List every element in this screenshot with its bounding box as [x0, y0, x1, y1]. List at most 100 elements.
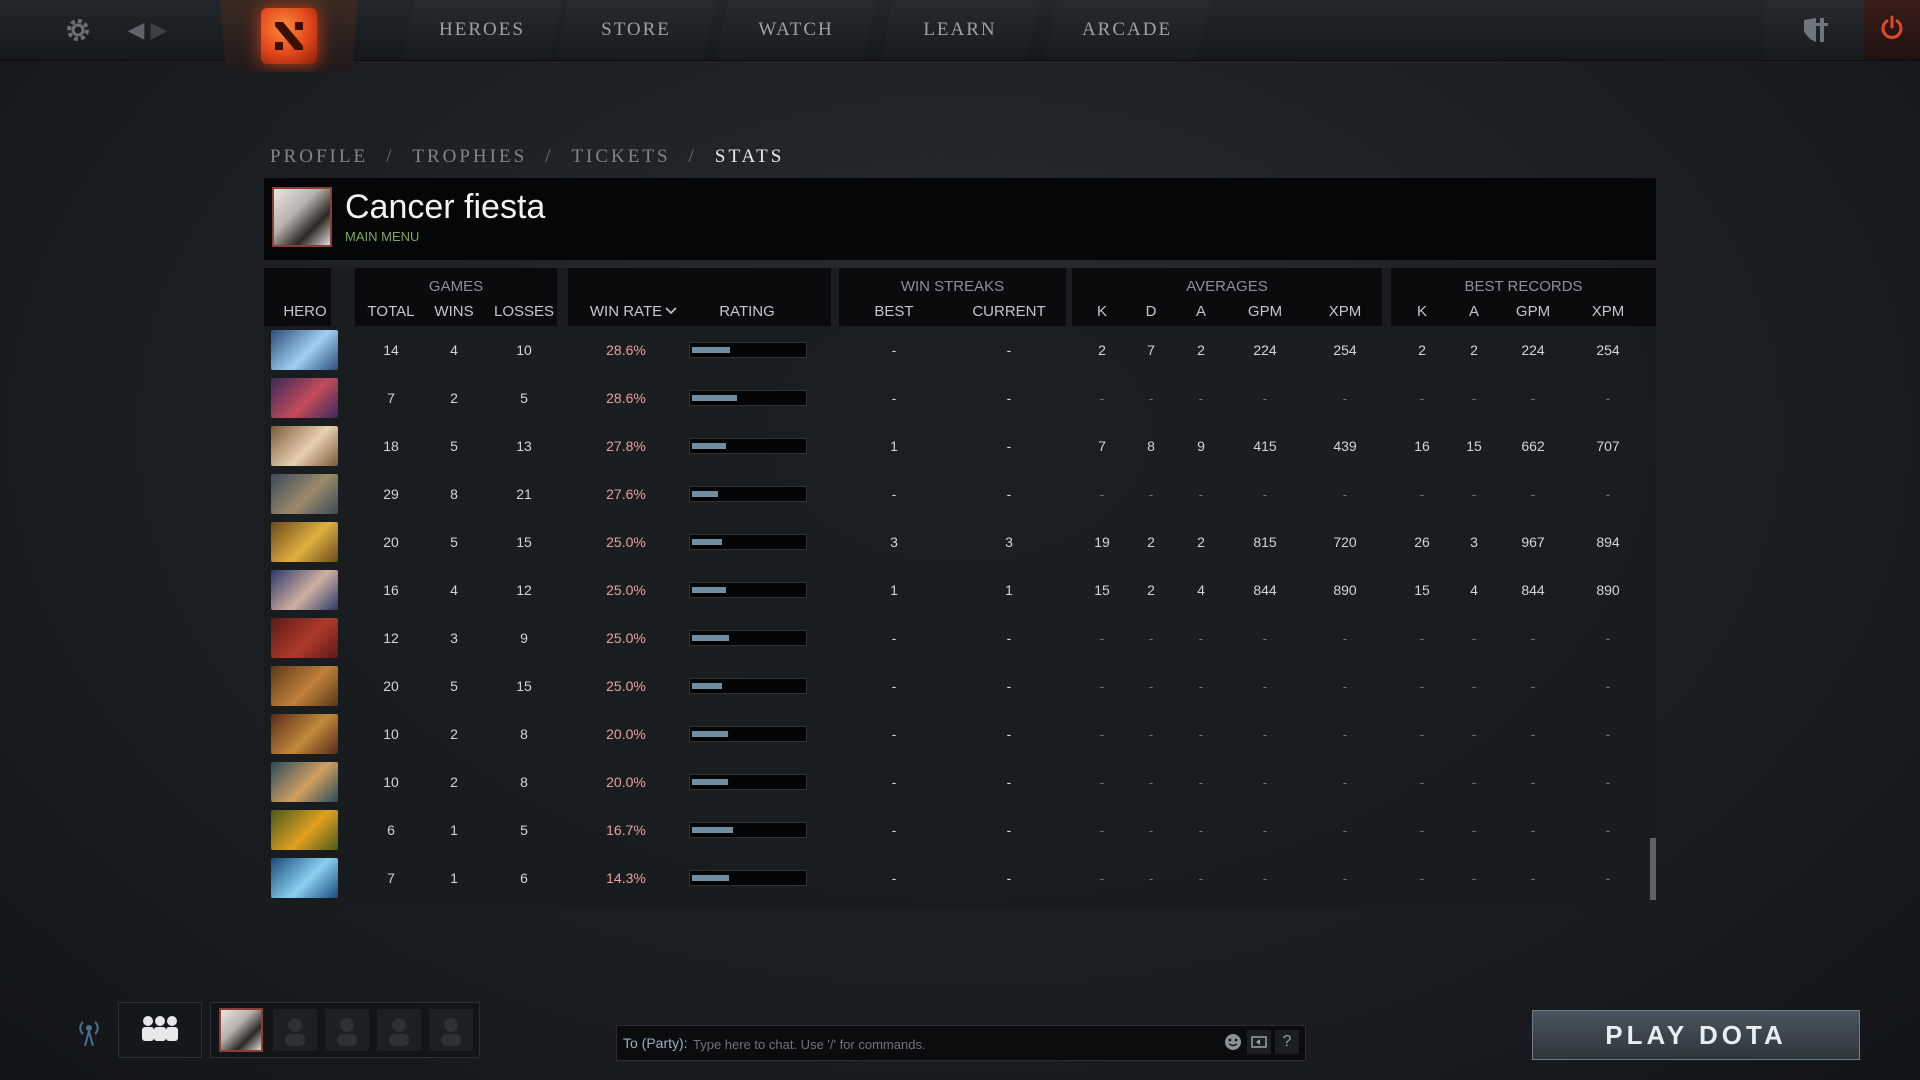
nav-arcade[interactable]: ARCADE [1044, 0, 1210, 60]
chat-help-button[interactable]: ? [1275, 1030, 1299, 1054]
col-hero[interactable]: HERO [264, 303, 346, 320]
hero-portrait[interactable] [271, 474, 338, 514]
col-best-k[interactable]: K [1402, 303, 1442, 320]
rating-bar-fill [692, 827, 733, 833]
table-row[interactable]: 20 5 15 25.0% - - - - - - - - - - - [264, 662, 1640, 710]
chat-wheel-icon[interactable] [1247, 1030, 1271, 1054]
dashboard-menu-button[interactable] [1764, 0, 1864, 60]
col-losses[interactable]: LOSSES [489, 303, 559, 320]
party-member-avatar[interactable] [219, 1008, 263, 1052]
table-scrollbar[interactable] [1650, 838, 1656, 900]
col-win-rate[interactable]: WIN RATE [586, 303, 666, 320]
hero-portrait[interactable] [271, 426, 338, 466]
hero-portrait[interactable] [271, 714, 338, 754]
cell-avg-d: - [1148, 822, 1154, 838]
table-row[interactable]: 29 8 21 27.6% - - - - - - - - - - - [264, 470, 1640, 518]
col-avg-d[interactable]: D [1131, 303, 1171, 320]
breadcrumb-trophies[interactable]: TROPHIES [412, 146, 527, 168]
col-best-gpm[interactable]: GPM [1503, 303, 1563, 320]
breadcrumb-tickets[interactable]: TICKETS [571, 146, 670, 168]
table-row[interactable]: 6 1 5 16.7% - - - - - - - - - - - [264, 806, 1640, 854]
nav-store[interactable]: STORE [556, 0, 716, 60]
rating-bar-fill [692, 587, 726, 593]
cell-losses: 12 [516, 582, 532, 598]
nav-learn[interactable]: LEARN [880, 0, 1040, 60]
breadcrumb-profile[interactable]: PROFILE [270, 146, 368, 168]
cell-losses: 10 [516, 342, 532, 358]
party-slot-empty[interactable] [273, 1009, 317, 1051]
cell-wins: 8 [450, 486, 458, 502]
hero-portrait[interactable] [271, 330, 338, 370]
table-row[interactable]: 18 5 13 27.8% 1 - 7 8 9 415 439 16 15 662 707 [264, 422, 1640, 470]
cell-best-xpm: 890 [1596, 582, 1620, 598]
col-avg-k[interactable]: K [1082, 303, 1122, 320]
table-row[interactable]: 20 5 15 25.0% 3 3 19 2 2 815 720 26 3 967 894 [264, 518, 1640, 566]
chat-input[interactable] [691, 1031, 1215, 1057]
friends-button[interactable] [118, 1002, 202, 1058]
power-button[interactable] [1864, 0, 1920, 60]
hero-portrait[interactable] [271, 666, 338, 706]
gear-icon[interactable] [60, 12, 96, 48]
cell-losses: 9 [520, 630, 528, 646]
col-wins[interactable]: WINS [419, 303, 489, 320]
cell-avg-k: 15 [1094, 582, 1110, 598]
hero-portrait[interactable] [271, 570, 338, 610]
table-row[interactable]: 10 2 8 20.0% - - - - - - - - - - - [264, 758, 1640, 806]
cell-avg-k: - [1099, 678, 1105, 694]
cell-avg-gpm: - [1262, 390, 1268, 406]
col-best-xpm[interactable]: XPM [1578, 303, 1638, 320]
table-row[interactable]: 12 3 9 25.0% - - - - - - - - - - - [264, 614, 1640, 662]
emoticon-icon[interactable] [1221, 1030, 1245, 1054]
cell-current: - [1006, 390, 1012, 406]
rating-bar-fill [692, 395, 737, 401]
cell-current: - [1006, 438, 1012, 454]
cell-avg-a: 4 [1197, 582, 1205, 598]
cell-total: 7 [387, 390, 395, 406]
col-best-streak[interactable]: BEST [864, 303, 924, 320]
best-records-group-title: BEST RECORDS [1464, 278, 1583, 295]
hero-portrait[interactable] [271, 858, 338, 898]
cell-best-xpm: - [1605, 726, 1611, 742]
play-dota-button[interactable]: PLAY DOTA [1532, 1010, 1860, 1060]
forward-arrow-icon[interactable]: ▶ [150, 14, 168, 46]
cell-avg-xpm: 720 [1333, 534, 1357, 550]
cell-wins: 5 [450, 534, 458, 550]
cell-avg-k: - [1099, 822, 1105, 838]
nav-heroes[interactable]: HEROES [402, 0, 562, 60]
col-rating[interactable]: RATING [704, 303, 790, 320]
table-row[interactable]: 10 2 8 20.0% - - - - - - - - - - - [264, 710, 1640, 758]
cell-best-a: - [1471, 486, 1477, 502]
cell-best-k: - [1419, 678, 1425, 694]
party-slot-empty[interactable] [377, 1009, 421, 1051]
cell-best-xpm: 707 [1596, 438, 1620, 454]
party-slot-empty[interactable] [325, 1009, 369, 1051]
avatar[interactable] [272, 187, 332, 247]
col-total[interactable]: TOTAL [356, 303, 426, 320]
party-slot-empty[interactable] [429, 1009, 473, 1051]
col-avg-gpm[interactable]: GPM [1235, 303, 1295, 320]
dota-logo-button[interactable] [220, 0, 358, 72]
table-row[interactable]: 7 2 5 28.6% - - - - - - - - - - - [264, 374, 1640, 422]
rating-bar-fill [692, 683, 722, 689]
col-current-streak[interactable]: CURRENT [964, 303, 1054, 320]
hero-portrait[interactable] [271, 522, 338, 562]
cell-avg-xpm: - [1342, 822, 1348, 838]
hero-portrait[interactable] [271, 618, 338, 658]
col-avg-xpm[interactable]: XPM [1315, 303, 1375, 320]
table-row[interactable]: 16 4 12 25.0% 1 1 15 2 4 844 890 15 4 844 890 [264, 566, 1640, 614]
breadcrumb-stats[interactable]: STATS [715, 146, 784, 168]
hero-portrait[interactable] [271, 810, 338, 850]
cell-win-rate: 28.6% [606, 390, 646, 406]
chevron-down-icon[interactable] [662, 303, 680, 320]
cell-avg-a: - [1198, 390, 1204, 406]
connection-status-icon[interactable] [74, 1014, 104, 1048]
table-row[interactable]: 7 1 6 14.3% - - - - - - - - - - - [264, 854, 1640, 902]
col-best-a[interactable]: A [1454, 303, 1494, 320]
hero-portrait[interactable] [271, 378, 338, 418]
back-arrow-icon[interactable]: ◀ [124, 14, 148, 46]
col-avg-a[interactable]: A [1181, 303, 1221, 320]
hero-portrait[interactable] [271, 762, 338, 802]
table-row[interactable]: 14 4 10 28.6% - - 2 7 2 224 254 2 2 224 254 [264, 326, 1640, 374]
chat-channel-label[interactable]: To (Party): [623, 1035, 688, 1051]
nav-watch[interactable]: WATCH [716, 0, 876, 60]
